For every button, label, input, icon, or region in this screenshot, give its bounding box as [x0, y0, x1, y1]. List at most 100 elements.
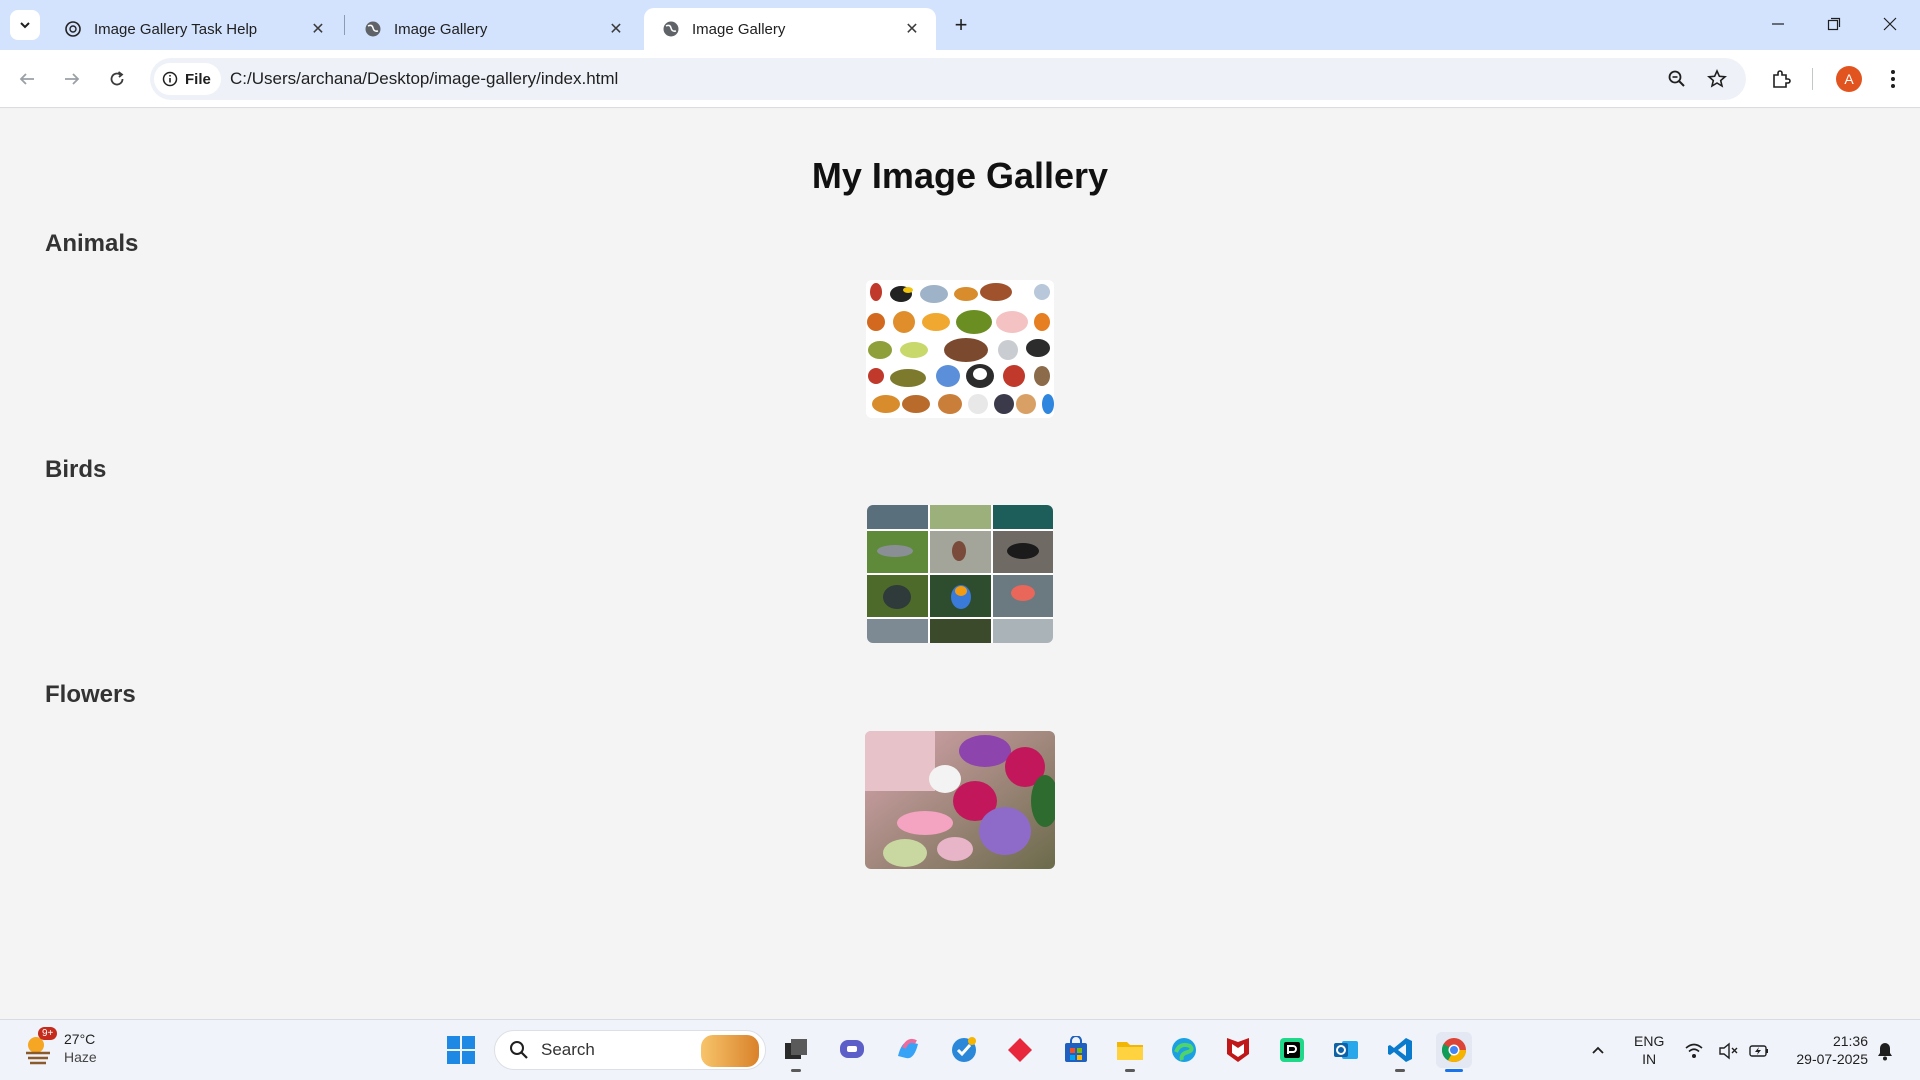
- menu-button[interactable]: [1880, 66, 1906, 92]
- site-info-chip[interactable]: File: [154, 63, 221, 95]
- flowers-image[interactable]: [865, 731, 1055, 869]
- taskbar-app-vscode[interactable]: [1382, 1032, 1418, 1072]
- copilot-icon: [898, 1038, 918, 1059]
- close-icon[interactable]: ✕: [308, 19, 328, 39]
- minimize-icon: [1772, 23, 1784, 25]
- tab-3-active[interactable]: Image Gallery ✕: [644, 8, 936, 50]
- pycharm-icon: [1280, 1038, 1304, 1062]
- section-title-birds: Birds: [45, 456, 107, 483]
- close-icon[interactable]: ✕: [902, 19, 922, 39]
- new-tab-button[interactable]: +: [948, 12, 974, 38]
- page-title: My Image Gallery: [811, 155, 1109, 196]
- task-view-icon: [785, 1039, 807, 1059]
- zoom-out-icon: [1668, 70, 1685, 87]
- back-button[interactable]: [12, 64, 42, 94]
- close-icon[interactable]: ✕: [606, 19, 626, 39]
- close-window-button[interactable]: [1862, 0, 1918, 48]
- running-indicator: [1395, 1069, 1405, 1072]
- start-button[interactable]: [446, 1035, 476, 1065]
- taskbar-app-copilot[interactable]: [890, 1032, 926, 1068]
- notifications-button[interactable]: [1876, 1020, 1894, 1080]
- show-hidden-icons-button[interactable]: [1590, 1020, 1606, 1080]
- globe-icon: [364, 20, 382, 38]
- volume-button[interactable]: [1718, 1020, 1738, 1080]
- notification-badge: 9+: [38, 1027, 58, 1040]
- folder-icon: [1117, 1042, 1143, 1060]
- profile-avatar[interactable]: A: [1836, 66, 1862, 92]
- language-code: ENG: [1634, 1033, 1665, 1049]
- animals-image[interactable]: [866, 280, 1054, 418]
- tab-title: Image Gallery: [692, 20, 786, 38]
- taskbar-app-file-explorer[interactable]: [1112, 1032, 1148, 1072]
- birds-image[interactable]: [867, 505, 1053, 643]
- animals-collage-image: [866, 280, 1054, 418]
- minimize-button[interactable]: [1750, 0, 1806, 48]
- mcafee-icon: [1227, 1038, 1249, 1062]
- region-code: IN: [1642, 1051, 1657, 1067]
- taskbar-app-pycharm[interactable]: [1274, 1032, 1310, 1068]
- forward-button[interactable]: [57, 64, 87, 94]
- taskbar-app-edge[interactable]: [1166, 1032, 1202, 1068]
- input-language-indicator[interactable]: ENG IN: [1634, 1032, 1664, 1068]
- close-icon: [1883, 17, 1897, 31]
- section-title-animals: Animals: [45, 230, 139, 257]
- flower-bouquet-image: [865, 731, 1055, 869]
- taskbar-app-chrome[interactable]: [1436, 1032, 1472, 1072]
- battery-button[interactable]: [1748, 1020, 1770, 1080]
- taskbar-app-outlook[interactable]: [1328, 1032, 1364, 1068]
- search-icon: [510, 1041, 528, 1059]
- chevron-down-icon: [20, 22, 30, 29]
- chat-icon: [840, 1040, 864, 1058]
- kebab-menu-icon: [1891, 70, 1895, 88]
- taskbar-app-chat[interactable]: [834, 1032, 870, 1068]
- url-text[interactable]: C:/Users/archana/Desktop/image-gallery/i…: [230, 69, 618, 89]
- system-clock[interactable]: 21:36 29-07-2025: [1782, 1032, 1868, 1068]
- tab-search-button[interactable]: [10, 10, 40, 40]
- info-icon: [162, 71, 178, 87]
- section-title-flowers: Flowers: [45, 681, 136, 708]
- weather-haze-icon: 9+: [22, 1027, 58, 1065]
- taskbar-app-mcafee[interactable]: [1220, 1032, 1256, 1068]
- weather-widget[interactable]: 9+ 27°C Haze: [22, 1027, 97, 1066]
- taskbar: 9+ 27°C Haze Search ENG IN 21:36 29-07-2…: [0, 1019, 1920, 1080]
- vscode-icon: [1388, 1038, 1412, 1062]
- network-button[interactable]: [1684, 1020, 1704, 1080]
- chrome-icon: [1441, 1038, 1466, 1063]
- star-icon: [1707, 69, 1727, 88]
- globe-icon: [662, 20, 680, 38]
- taskbar-app-todo[interactable]: [946, 1032, 982, 1068]
- bell-icon: [1878, 1042, 1892, 1060]
- tab-1[interactable]: Image Gallery Task Help ✕: [46, 8, 342, 50]
- toolbar-divider: [1812, 68, 1813, 90]
- taskbar-search[interactable]: Search: [494, 1030, 766, 1070]
- store-icon: [1065, 1036, 1087, 1062]
- taskbar-app-task-view[interactable]: [778, 1032, 814, 1072]
- openai-favicon-icon: [64, 20, 82, 38]
- site-chip-label: File: [185, 70, 211, 88]
- restore-button[interactable]: [1806, 0, 1862, 48]
- diamond-app-icon: [1008, 1038, 1032, 1062]
- tab-title: Image Gallery Task Help: [94, 20, 258, 38]
- running-indicator: [1125, 1069, 1135, 1072]
- clock-date: 29-07-2025: [1796, 1051, 1868, 1067]
- edge-icon: [1172, 1038, 1196, 1062]
- puzzle-icon: [1773, 70, 1791, 88]
- arrow-right-icon: [65, 73, 80, 85]
- bookmark-button[interactable]: [1706, 68, 1728, 90]
- browser-toolbar: File C:/Users/archana/Desktop/image-gall…: [0, 50, 1920, 108]
- address-bar[interactable]: File C:/Users/archana/Desktop/image-gall…: [150, 58, 1746, 100]
- zoom-button[interactable]: [1666, 68, 1688, 90]
- taskbar-app-diamond[interactable]: [1002, 1032, 1038, 1068]
- search-highlight-image: [701, 1035, 759, 1067]
- clock-time: 21:36: [1832, 1033, 1868, 1049]
- volume-muted-icon: [1719, 1042, 1738, 1059]
- outlook-icon: [1334, 1041, 1358, 1059]
- search-placeholder: Search: [541, 1040, 595, 1059]
- page-viewport: My Image Gallery Animals Birds Flowers: [0, 109, 1920, 1019]
- extensions-button[interactable]: [1768, 66, 1794, 92]
- reload-button[interactable]: [102, 64, 132, 94]
- taskbar-app-store[interactable]: [1058, 1032, 1094, 1068]
- running-indicator: [1445, 1069, 1463, 1072]
- running-indicator: [791, 1069, 801, 1072]
- tab-2[interactable]: Image Gallery ✕: [346, 8, 640, 50]
